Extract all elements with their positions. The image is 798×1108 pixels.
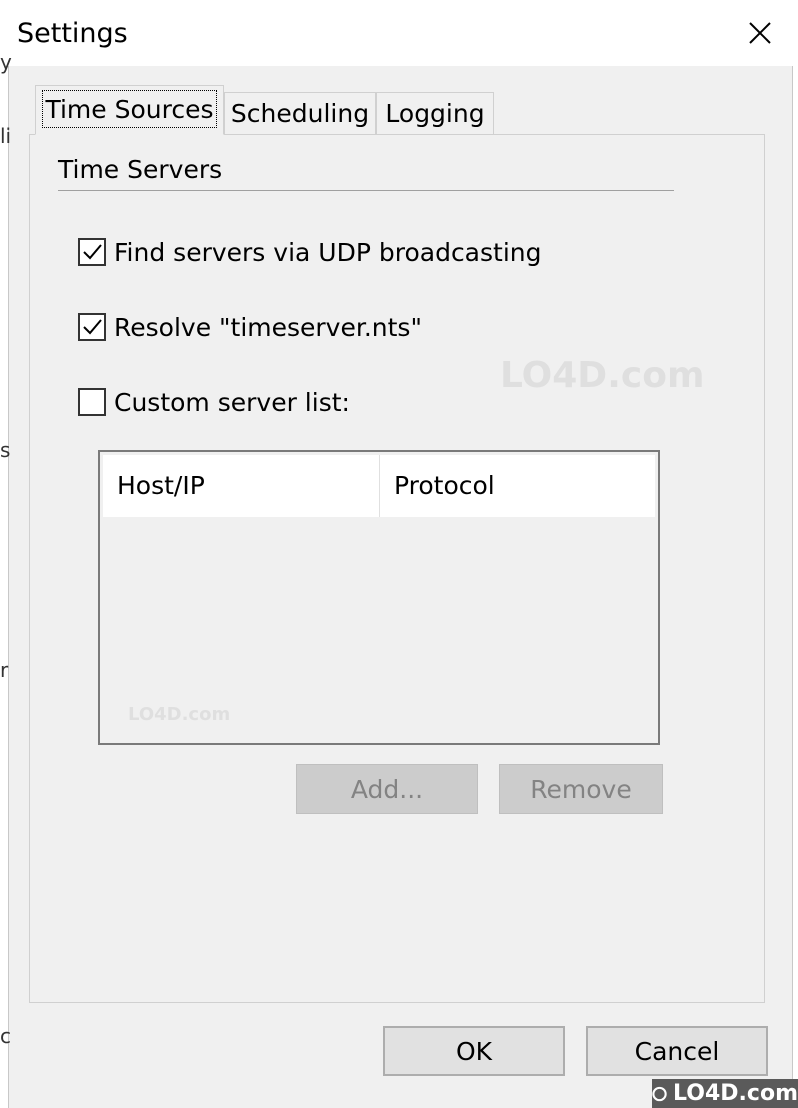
ok-button[interactable]: OK [383,1026,565,1076]
tab-scheduling[interactable]: Scheduling [224,92,376,134]
lo4d-logo-icon [652,1086,667,1101]
tab-label: Scheduling [230,99,370,128]
checkmark-icon [83,244,102,260]
tab-logging[interactable]: Logging [376,92,494,134]
background-text: s [0,438,11,462]
custom-list-option[interactable]: Custom server list: [78,384,350,420]
watermark-text: LO4D.com [673,1081,798,1106]
group-divider [58,190,674,191]
watermark-logo: LO4D.com [128,704,231,725]
tab-label: Logging [385,99,485,128]
background-text: c [0,1024,11,1048]
custom-list-checkbox[interactable] [78,388,106,416]
custom-list-label: Custom server list: [114,387,350,417]
settings-window: Settings y li s r c Time Sources Schedul… [0,0,798,1108]
column-header-host[interactable]: Host/IP [103,455,380,517]
tab-time-sources[interactable]: Time Sources [35,85,224,135]
resolve-checkbox[interactable] [78,313,106,341]
close-button[interactable] [732,10,788,56]
server-list[interactable]: Host/IP Protocol [98,450,660,745]
udp-broadcast-option[interactable]: Find servers via UDP broadcasting [78,234,542,270]
server-list-header: Host/IP Protocol [103,455,655,517]
resolve-label: Resolve "timeserver.nts" [114,312,422,342]
remove-button[interactable]: Remove [499,764,663,814]
udp-broadcast-checkbox[interactable] [78,238,106,266]
udp-broadcast-label: Find servers via UDP broadcasting [114,237,542,267]
add-button[interactable]: Add... [296,764,478,814]
close-icon [749,22,771,44]
resolve-option[interactable]: Resolve "timeserver.nts" [78,309,422,345]
background-text: y [0,50,12,74]
watermark-logo: LO4D.com [500,355,705,396]
watermark-badge: LO4D.com [652,1079,798,1108]
cancel-button[interactable]: Cancel [586,1026,768,1076]
window-title: Settings [17,18,128,49]
tab-label: Time Sources [45,95,214,124]
title-bar: Settings [0,0,798,66]
background-text: li [0,124,12,148]
checkmark-icon [83,319,102,335]
group-title: Time Servers [58,155,223,184]
background-window-left: y li s r c [0,50,12,1108]
background-window-right [792,66,798,1108]
background-text: r [0,658,9,682]
column-header-protocol[interactable]: Protocol [380,455,655,517]
